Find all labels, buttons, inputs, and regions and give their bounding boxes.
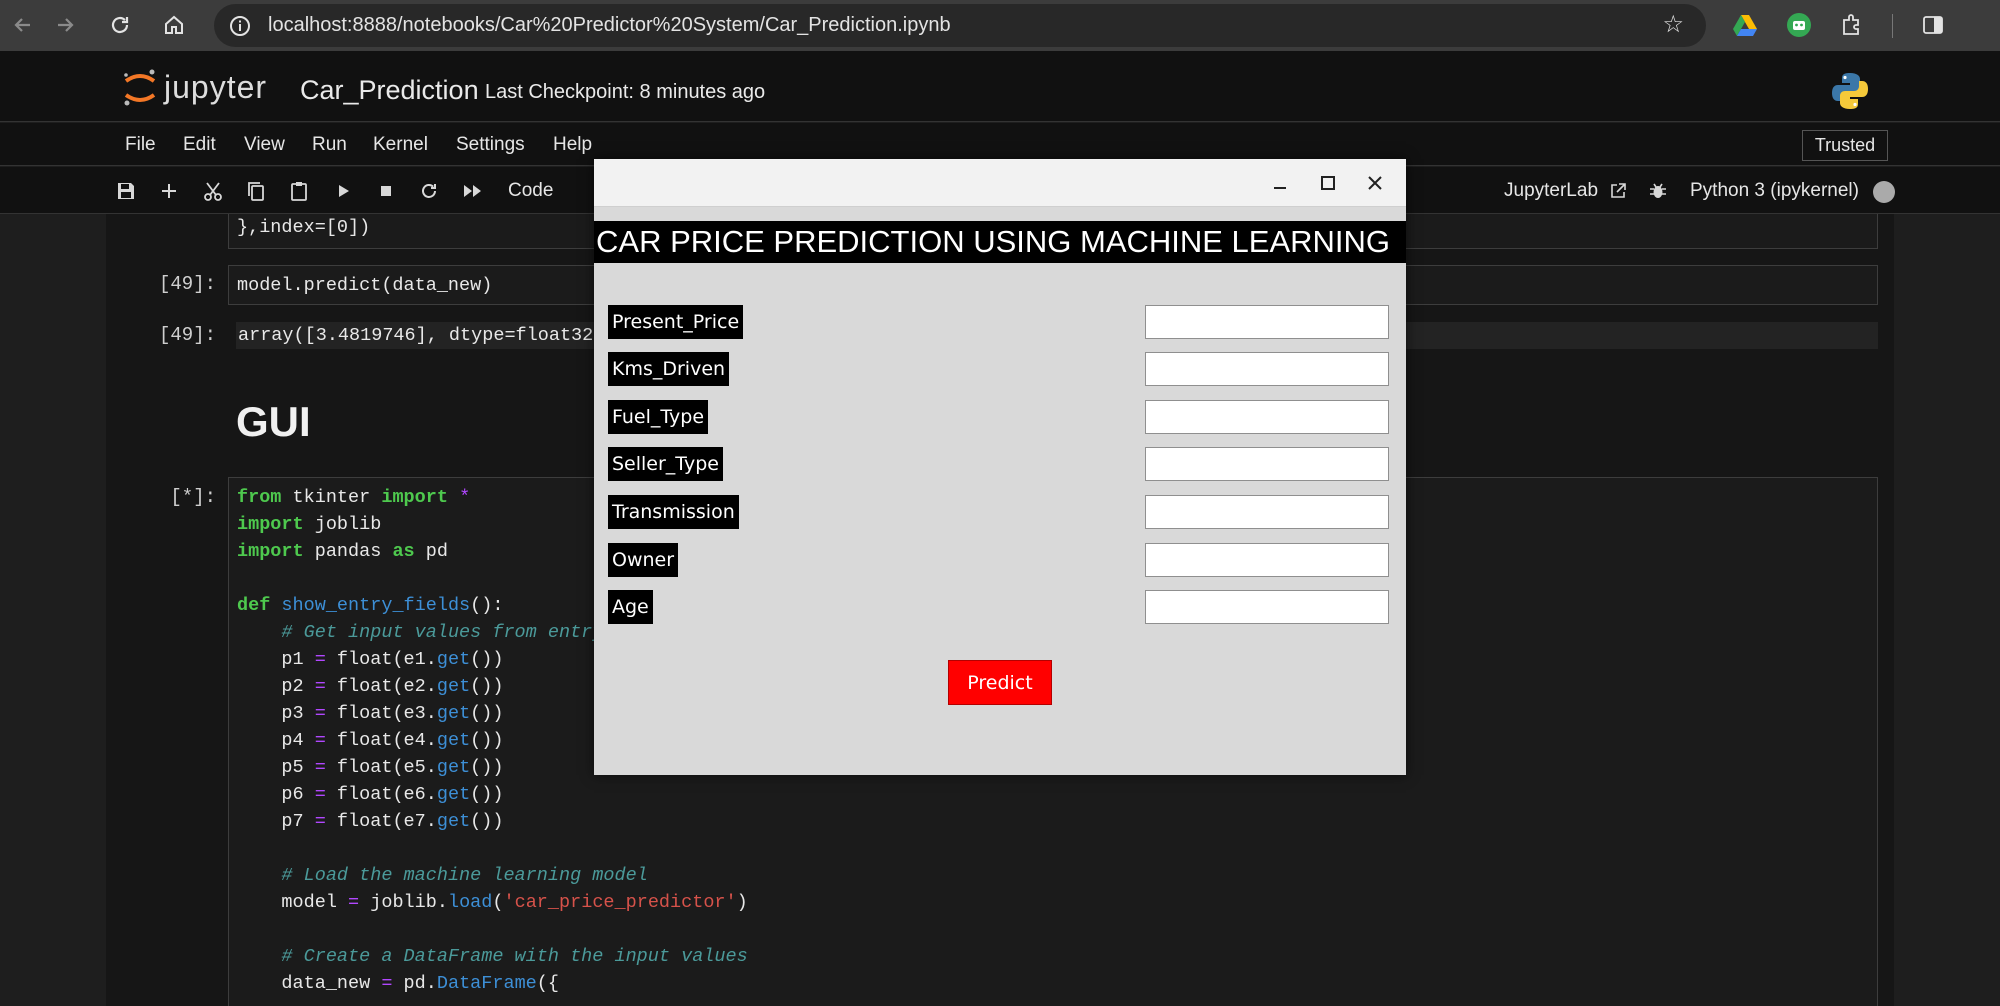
label-seller-type: Seller_Type — [608, 447, 723, 481]
jupyterlab-link[interactable]: JupyterLab — [1504, 180, 1598, 202]
toolbar-divider — [1892, 14, 1893, 38]
menu-file[interactable]: File — [125, 134, 156, 156]
tk-window: CAR PRICE PREDICTION USING MACHINE LEARN… — [594, 159, 1406, 775]
jupyter-logo-text: jupyter — [164, 68, 268, 105]
label-age: Age — [608, 590, 653, 624]
cut-icon[interactable] — [200, 178, 226, 204]
entry-seller-type[interactable] — [1145, 447, 1389, 481]
add-cell-icon[interactable] — [156, 178, 182, 204]
forward-arrow-icon[interactable] — [44, 3, 88, 47]
menu-run[interactable]: Run — [312, 134, 347, 156]
running-prompt: [*]: — [170, 486, 216, 508]
restart-icon[interactable] — [416, 178, 442, 204]
jupyter-topbar: jupyter Car_Prediction Last Checkpoint: … — [0, 51, 2000, 122]
kernel-status-icon — [1873, 181, 1895, 203]
bookmark-star-icon[interactable]: ☆ — [1662, 10, 1684, 39]
code-line: model.predict(data_new) — [237, 275, 493, 296]
tk-heading: CAR PRICE PREDICTION USING MACHINE LEARN… — [594, 221, 1406, 263]
entry-age[interactable] — [1145, 590, 1389, 624]
trusted-indicator[interactable]: Trusted — [1802, 130, 1888, 161]
extensions-puzzle-icon[interactable] — [1835, 8, 1869, 42]
site-info-icon[interactable] — [222, 8, 258, 44]
label-present-price: Present_Price — [608, 305, 744, 339]
menu-help[interactable]: Help — [553, 134, 592, 156]
entry-transmission[interactable] — [1145, 495, 1389, 529]
save-icon[interactable] — [113, 178, 139, 204]
side-panel-icon[interactable] — [1916, 8, 1950, 42]
kernel-name[interactable]: Python 3 (ipykernel) — [1690, 180, 1859, 202]
close-icon[interactable] — [1361, 169, 1389, 197]
cell-type-dropdown[interactable]: Code — [508, 180, 553, 202]
entry-kms-driven[interactable] — [1145, 352, 1389, 386]
home-icon[interactable] — [152, 3, 196, 47]
reload-icon[interactable] — [98, 3, 142, 47]
notebook-title[interactable]: Car_Prediction — [300, 75, 479, 106]
external-link-icon — [1605, 178, 1631, 204]
debugger-bug-icon[interactable] — [1645, 178, 1671, 204]
browser-toolbar: localhost:8888/notebooks/Car%20Predictor… — [0, 0, 2000, 51]
fast-forward-icon[interactable] — [460, 178, 486, 204]
google-drive-icon[interactable] — [1728, 8, 1762, 42]
extension-robot-icon[interactable] — [1782, 8, 1816, 42]
maximize-icon[interactable] — [1314, 169, 1342, 197]
stop-icon[interactable] — [373, 178, 399, 204]
run-icon[interactable] — [330, 178, 356, 204]
copy-icon[interactable] — [243, 178, 269, 204]
minimize-icon[interactable] — [1266, 169, 1294, 197]
entry-owner[interactable] — [1145, 543, 1389, 577]
output-text: array([3.4819746], dtype=float32) — [238, 325, 605, 346]
label-transmission: Transmission — [608, 495, 739, 529]
last-checkpoint: Last Checkpoint: 8 minutes ago — [485, 81, 766, 103]
jupyter-logo-icon — [124, 69, 156, 106]
markdown-heading: GUI — [236, 398, 311, 445]
label-owner: Owner — [608, 543, 679, 577]
entry-fuel-type[interactable] — [1145, 400, 1389, 434]
predict-button[interactable]: Predict — [948, 660, 1052, 705]
output-prompt: [49]: — [158, 324, 216, 346]
menu-edit[interactable]: Edit — [183, 134, 216, 156]
code-text: },index=[0]) — [237, 217, 371, 238]
label-kms-driven: Kms_Driven — [608, 352, 730, 386]
menu-settings[interactable]: Settings — [456, 134, 525, 156]
tk-titlebar[interactable] — [594, 159, 1406, 207]
menu-kernel[interactable]: Kernel — [373, 134, 428, 156]
menu-view[interactable]: View — [244, 134, 285, 156]
entry-present-price[interactable] — [1145, 305, 1389, 339]
back-arrow-icon[interactable] — [0, 3, 44, 47]
address-bar[interactable]: localhost:8888/notebooks/Car%20Predictor… — [214, 4, 1706, 47]
python-logo-icon — [1830, 71, 1870, 116]
input-prompt: [49]: — [158, 273, 216, 295]
paste-icon[interactable] — [286, 178, 312, 204]
code-line: },index=[0]) — [237, 214, 370, 241]
jupyter-logo[interactable]: jupyter — [122, 67, 267, 107]
url-text: localhost:8888/notebooks/Car%20Predictor… — [268, 14, 951, 36]
label-fuel-type: Fuel_Type — [608, 400, 709, 434]
